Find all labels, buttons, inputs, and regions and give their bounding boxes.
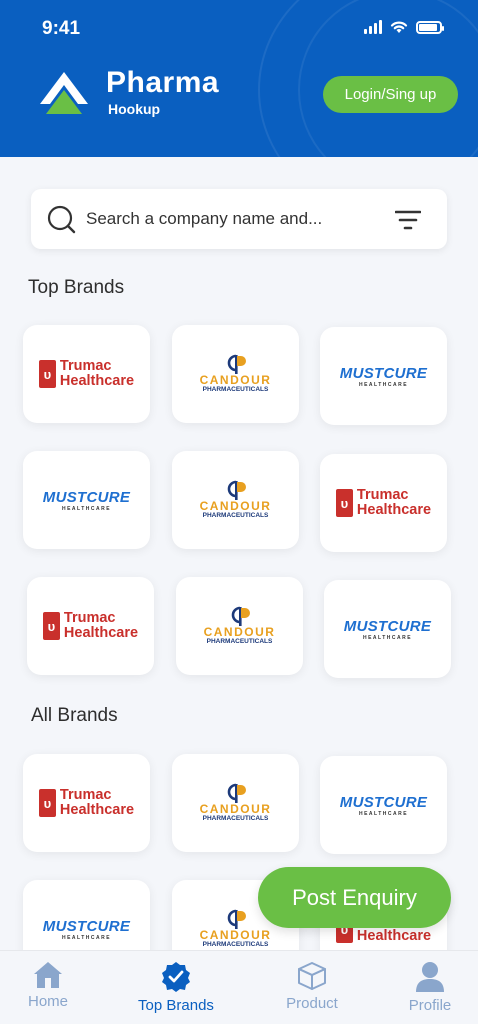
login-signup-button[interactable]: Login/Sing up: [323, 76, 458, 113]
candour-sub: PHARMACEUTICALS: [202, 386, 269, 393]
nav-product[interactable]: Product: [257, 961, 367, 1012]
candour-name: CANDOUR: [199, 373, 272, 387]
nav-product-label: Product: [286, 995, 338, 1012]
mustcure-name: MUSTCURE: [343, 617, 432, 635]
candour-logo: CANDOUR PHARMACEUTICALS: [200, 909, 272, 949]
nav-top-brands[interactable]: Top Brands: [121, 961, 231, 1014]
mustcure-logo: MUSTCURE HEALTHCARE: [344, 618, 431, 641]
top-brand-card-trumac[interactable]: ᴜ Trumac Healthcare: [27, 577, 154, 675]
trumac-line2: Healthcare: [356, 928, 432, 944]
candour-logo: CANDOUR PHARMACEUTICALS: [200, 354, 272, 394]
trumac-logo: ᴜTrumacHealthcare: [38, 358, 135, 389]
candour-icon: [227, 909, 246, 929]
mustcure-sub: HEALTHCARE: [358, 381, 409, 388]
candour-name: CANDOUR: [199, 499, 272, 513]
all-brand-card-trumac[interactable]: ᴜTrumacHealthcare: [23, 754, 150, 852]
mustcure-logo: MUSTCURE HEALTHCARE: [43, 918, 130, 941]
trumac-logo: ᴜTrumacHealthcare: [42, 610, 139, 641]
nav-home-label: Home: [27, 993, 68, 1010]
mustcure-logo: MUSTCURE HEALTHCARE: [43, 489, 130, 512]
user-icon: [416, 962, 444, 992]
battery-icon: [416, 20, 444, 34]
trumac-icon: ᴜ: [42, 612, 60, 640]
candour-sub: PHARMACEUTICALS: [206, 638, 273, 645]
mustcure-name: MUSTCURE: [42, 917, 131, 935]
mustcure-name: MUSTCURE: [339, 793, 428, 811]
trumac-line2: Healthcare: [59, 802, 135, 818]
nav-home[interactable]: Home: [0, 961, 103, 1010]
trumac-line1: Trumac: [59, 787, 112, 803]
app-name: Pharma: [106, 66, 220, 99]
app-header: 9:41 Pharma Hookup Login/Sing up: [0, 0, 478, 157]
top-brand-card-candour[interactable]: CANDOUR PHARMACEUTICALS: [176, 577, 303, 675]
trumac-line1: Trumac: [59, 358, 112, 374]
top-brand-card-candour[interactable]: CANDOUR PHARMACEUTICALS: [172, 451, 299, 549]
candour-icon: [227, 783, 246, 803]
top-brands-title: Top Brands: [28, 277, 125, 298]
logo-icon: [40, 72, 88, 114]
mustcure-sub: HEALTHCARE: [61, 505, 112, 512]
trumac-line2: Healthcare: [356, 502, 432, 518]
trumac-logo: ᴜTrumacHealthcare: [38, 787, 135, 818]
candour-icon: [227, 354, 246, 374]
status-icons: [364, 20, 444, 34]
nav-profile[interactable]: Profile: [375, 961, 478, 1014]
candour-logo: CANDOUR PHARMACEUTICALS: [204, 606, 276, 646]
wifi-icon: [390, 21, 408, 33]
filter-icon[interactable]: [395, 210, 421, 230]
top-brand-card-mustcure[interactable]: MUSTCURE HEALTHCARE: [324, 580, 451, 678]
trumac-line1: Trumac: [356, 487, 409, 503]
box-icon: [298, 962, 326, 990]
top-brand-card-trumac[interactable]: ᴜ Trumac Healthcare: [320, 454, 447, 552]
candour-name: CANDOUR: [203, 625, 276, 639]
candour-sub: PHARMACEUTICALS: [202, 512, 269, 519]
all-brand-card-mustcure[interactable]: MUSTCURE HEALTHCARE: [320, 756, 447, 854]
candour-logo: CANDOUR PHARMACEUTICALS: [200, 783, 272, 823]
trumac-logo: ᴜTrumacHealthcare: [335, 487, 432, 518]
candour-name: CANDOUR: [199, 802, 272, 816]
search-icon: [47, 205, 76, 234]
nav-top-brands-label: Top Brands: [138, 997, 214, 1014]
mustcure-sub: HEALTHCARE: [61, 934, 112, 941]
trumac-line2: Healthcare: [59, 373, 135, 389]
verified-badge-icon: [162, 962, 190, 992]
mustcure-logo: MUSTCURE HEALTHCARE: [340, 365, 427, 388]
mustcure-sub: HEALTHCARE: [362, 634, 413, 641]
all-brands-title: All Brands: [31, 705, 118, 726]
mustcure-name: MUSTCURE: [339, 364, 428, 382]
candour-icon: [227, 480, 246, 500]
candour-logo: CANDOUR PHARMACEUTICALS: [200, 480, 272, 520]
mustcure-logo: MUSTCURE HEALTHCARE: [340, 794, 427, 817]
search-input[interactable]: Search a company name and...: [86, 209, 322, 229]
app-subname: Hookup: [108, 101, 161, 117]
candour-sub: PHARMACEUTICALS: [202, 815, 269, 822]
trumac-line1: Trumac: [63, 610, 116, 626]
trumac-icon: ᴜ: [335, 489, 353, 517]
trumac-icon: ᴜ: [38, 789, 56, 817]
candour-sub: PHARMACEUTICALS: [202, 941, 269, 948]
trumac-icon: ᴜ: [38, 360, 56, 388]
search-bar[interactable]: Search a company name and...: [31, 189, 447, 249]
signal-icon: [364, 20, 382, 34]
mustcure-sub: HEALTHCARE: [358, 810, 409, 817]
top-brand-card-mustcure[interactable]: MUSTCURE HEALTHCARE: [320, 327, 447, 425]
bottom-nav: Home Top Brands Product Profile: [0, 950, 478, 1024]
candour-name: CANDOUR: [199, 928, 272, 942]
top-brand-card-trumac[interactable]: ᴜ Trumac Healthcare: [23, 325, 150, 423]
top-brand-card-mustcure[interactable]: MUSTCURE HEALTHCARE: [23, 451, 150, 549]
status-time: 9:41: [42, 18, 81, 39]
all-brand-card-candour[interactable]: CANDOUR PHARMACEUTICALS: [172, 754, 299, 852]
mustcure-name: MUSTCURE: [42, 488, 131, 506]
post-enquiry-button[interactable]: Post Enquiry: [258, 867, 451, 928]
home-icon: [34, 962, 62, 988]
top-brand-card-candour[interactable]: CANDOUR PHARMACEUTICALS: [172, 325, 299, 423]
trumac-line2: Healthcare: [63, 625, 139, 641]
candour-icon: [231, 606, 250, 626]
nav-profile-label: Profile: [408, 997, 452, 1014]
